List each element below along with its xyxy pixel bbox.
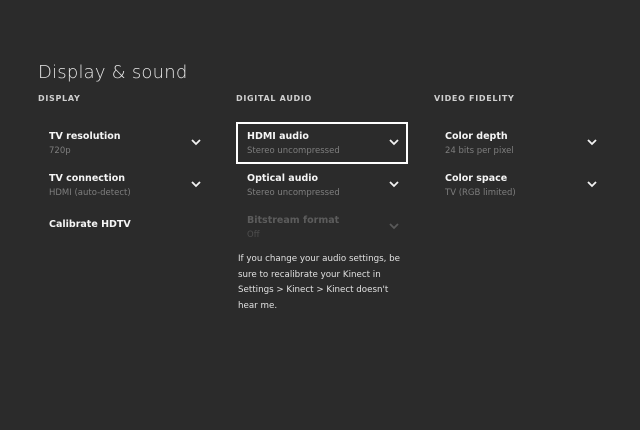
chevron-down-icon [190,136,202,148]
optical-audio-dropdown[interactable]: Optical audio Stereo uncompressed [236,164,408,206]
tv-connection-label: TV connection [49,173,125,184]
tv-resolution-value: 720p [49,146,71,156]
bitstream-format-value: Off [247,230,260,240]
chevron-down-icon [586,178,598,190]
digital-audio-section-header: DIGITAL AUDIO [236,94,313,103]
tv-connection-value: HDMI (auto-detect) [49,188,131,198]
tv-connection-dropdown[interactable]: TV connection HDMI (auto-detect) [38,164,210,206]
audio-settings-note: If you change your audio settings, be su… [238,254,400,311]
display-section-header: DISPLAY [38,94,81,103]
video-fidelity-section: VIDEO FIDELITY Color depth 24 bits per p… [434,94,606,206]
video-fidelity-section-header: VIDEO FIDELITY [434,94,515,103]
digital-audio-section: DIGITAL AUDIO HDMI audio Stereo uncompre… [236,94,408,314]
page-title: Display & sound [38,62,188,83]
optical-audio-value: Stereo uncompressed [247,188,340,198]
color-space-label: Color space [445,173,508,184]
chevron-down-icon [388,136,400,148]
bitstream-format-label: Bitstream format [247,215,340,226]
hdmi-audio-value: Stereo uncompressed [247,146,340,156]
bitstream-format-dropdown: Bitstream format Off [236,206,408,248]
color-depth-dropdown[interactable]: Color depth 24 bits per pixel [434,122,606,164]
color-depth-value: 24 bits per pixel [445,146,514,156]
display-sound-screen: Display & sound DISPLAY TV resolution 72… [0,0,640,430]
calibrate-hdtv-button[interactable]: Calibrate HDTV [38,206,210,240]
optical-audio-label: Optical audio [247,173,319,184]
calibrate-hdtv-label: Calibrate HDTV [49,219,131,230]
display-section: DISPLAY TV resolution 720p TV connection… [38,94,210,240]
tv-resolution-dropdown[interactable]: TV resolution 720p [38,122,210,164]
chevron-down-icon [388,178,400,190]
chevron-down-icon [388,220,400,232]
chevron-down-icon [190,178,202,190]
hdmi-audio-label: HDMI audio [247,131,309,142]
tv-resolution-label: TV resolution [49,131,121,142]
hdmi-audio-dropdown[interactable]: HDMI audio Stereo uncompressed [236,122,408,164]
color-space-dropdown[interactable]: Color space TV (RGB limited) [434,164,606,206]
color-space-value: TV (RGB limited) [445,188,516,198]
color-depth-label: Color depth [445,131,508,142]
chevron-down-icon [586,136,598,148]
